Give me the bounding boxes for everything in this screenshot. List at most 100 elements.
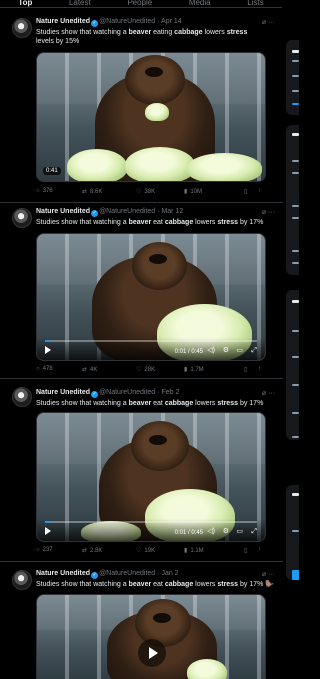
reply-icon: ○ <box>36 366 40 372</box>
video-player[interactable] <box>36 594 266 679</box>
beaver-head <box>125 55 185 105</box>
like-button[interactable]: ♡ 28K <box>136 366 155 373</box>
settings-icon[interactable]: ⚙ <box>223 528 229 536</box>
author-handle[interactable]: @NatureUnedited <box>99 208 155 215</box>
sidebar-text <box>292 530 299 532</box>
more-icon[interactable]: ··· <box>268 571 275 578</box>
tweet[interactable]: Nature Unedited ✓ @NatureUnedited · Mar 12… <box>0 203 283 379</box>
sidebar-text <box>292 384 299 386</box>
tweet-tools: ⌀ ··· <box>262 570 275 578</box>
play-icon[interactable] <box>45 346 51 354</box>
views-button[interactable]: ▮ 1.1M <box>184 547 204 554</box>
sidebar-text <box>292 436 299 438</box>
grok-icon[interactable]: ⌀ <box>262 571 266 578</box>
tab-people[interactable]: People <box>127 0 152 7</box>
fullscreen-icon[interactable]: ⤢ <box>251 528 257 536</box>
settings-icon[interactable]: ⚙ <box>223 347 229 355</box>
share-icon[interactable]: ↑ <box>258 547 261 553</box>
reply-button[interactable]: ○ 478 <box>36 366 53 372</box>
reply-button[interactable]: ○ 237 <box>36 547 53 553</box>
sidebar-text <box>292 205 299 207</box>
video-time: 0:01 / 0:45 <box>174 349 203 355</box>
play-icon[interactable] <box>45 527 51 535</box>
tab-latest[interactable]: Latest <box>69 0 91 7</box>
sidebar-link[interactable] <box>292 103 299 105</box>
cabbage <box>67 149 127 181</box>
video-player[interactable]: 0:01 / 0:45 ◁) ⚙ ▭ ⤢ <box>36 412 266 542</box>
tweet-date[interactable]: Jan 2 <box>161 570 178 577</box>
repost-button[interactable]: ⇄ 2.8K <box>82 547 102 554</box>
views-button[interactable]: ▮ 10M <box>184 188 202 195</box>
grok-icon[interactable]: ⌀ <box>262 390 266 397</box>
tweet-text: Studies show that watching a beaver eati… <box>36 29 248 45</box>
tweet-header: Nature Unedited ✓ @NatureUnedited · Apr 14… <box>36 18 275 27</box>
repost-icon: ⇄ <box>82 189 88 195</box>
reply-button[interactable]: ○ 376 <box>36 188 53 194</box>
more-icon[interactable]: ··· <box>268 390 275 397</box>
tab-media[interactable]: Media <box>189 0 211 7</box>
sidebar-text <box>292 75 299 77</box>
tab-top[interactable]: Top <box>18 0 32 7</box>
bookmark-icon[interactable]: ▯ <box>244 547 247 554</box>
sidebar-text <box>292 172 299 174</box>
cabbage-piece <box>145 103 169 121</box>
more-icon[interactable]: ··· <box>268 209 275 216</box>
volume-icon[interactable]: ◁) <box>207 347 215 355</box>
tweet-date[interactable]: Apr 14 <box>161 18 182 25</box>
grok-icon[interactable]: ⌀ <box>262 209 266 216</box>
avatar[interactable] <box>12 208 32 228</box>
video-duration: 0:41 <box>43 167 61 175</box>
author-name[interactable]: Nature Unedited <box>36 18 90 25</box>
video-time: 0:01 / 0:45 <box>174 530 203 536</box>
bookmark-icon[interactable]: ▯ <box>244 366 247 373</box>
author-name[interactable]: Nature Unedited <box>36 570 90 577</box>
beaver-nose <box>153 613 171 623</box>
verified-icon: ✓ <box>91 210 99 217</box>
views-button[interactable]: ▮ 1.7M <box>184 366 204 373</box>
author-name[interactable]: Nature Unedited <box>36 208 90 215</box>
tweet[interactable]: Nature Unedited ✓ @NatureUnedited · Jan 2 … <box>0 562 283 679</box>
author-handle[interactable]: @NatureUnedited <box>99 389 155 396</box>
tweet-date[interactable]: Feb 2 <box>161 389 179 396</box>
grok-icon[interactable]: ⌀ <box>262 19 266 26</box>
fullscreen-icon[interactable]: ⤢ <box>251 347 257 355</box>
tweet[interactable]: Nature Unedited ✓ @NatureUnedited · Feb 2 … <box>0 379 283 562</box>
repost-button[interactable]: ⇄ 4K <box>82 366 97 373</box>
trends-card <box>286 125 299 275</box>
video-player[interactable]: 0:41 <box>36 52 266 182</box>
avatar[interactable] <box>12 387 32 407</box>
avatar[interactable] <box>12 18 32 38</box>
video-progress-fill <box>45 340 50 342</box>
tweet-date[interactable]: Mar 12 <box>161 208 183 215</box>
sidebar-text <box>292 330 299 332</box>
captions-icon[interactable]: ▭ <box>236 347 243 355</box>
tweet[interactable]: Nature Unedited ✓ @NatureUnedited · Apr 14… <box>0 8 283 203</box>
sidebar-button[interactable] <box>292 570 299 580</box>
repost-button[interactable]: ⇄ 8.6K <box>82 188 102 195</box>
like-button[interactable]: ♡ 19K <box>136 547 155 554</box>
volume-icon[interactable]: ◁) <box>207 528 215 536</box>
author-name[interactable]: Nature Unedited <box>36 389 90 396</box>
captions-icon[interactable]: ▭ <box>236 528 243 536</box>
repost-icon: ⇄ <box>82 367 88 373</box>
share-icon[interactable]: ↑ <box>258 188 261 194</box>
bookmark-icon[interactable]: ▯ <box>244 188 247 195</box>
tweet-text: Studies show that watching a beaver eat … <box>36 219 264 226</box>
like-button[interactable]: ♡ 38K <box>136 188 155 195</box>
cabbage <box>187 153 262 181</box>
tweet-header: Nature Unedited ✓ @NatureUnedited · Mar 12… <box>36 208 275 217</box>
more-icon[interactable]: ··· <box>268 19 275 26</box>
share-icon[interactable]: ↑ <box>258 366 261 372</box>
video-progress[interactable] <box>45 340 257 342</box>
author-handle[interactable]: @NatureUnedited <box>99 570 155 577</box>
repost-icon: ⇄ <box>82 548 88 554</box>
beaver-emoji: 🦫 <box>265 581 274 588</box>
tab-lists[interactable]: Lists <box>247 0 263 7</box>
avatar[interactable] <box>12 570 32 590</box>
play-button[interactable] <box>138 639 166 667</box>
sidebar-text <box>292 50 299 53</box>
author-handle[interactable]: @NatureUnedited <box>99 18 155 25</box>
beaver-head <box>135 599 191 647</box>
video-progress[interactable] <box>45 521 257 523</box>
video-player[interactable]: 0:01 / 0:45 ◁) ⚙ ▭ ⤢ <box>36 233 266 361</box>
